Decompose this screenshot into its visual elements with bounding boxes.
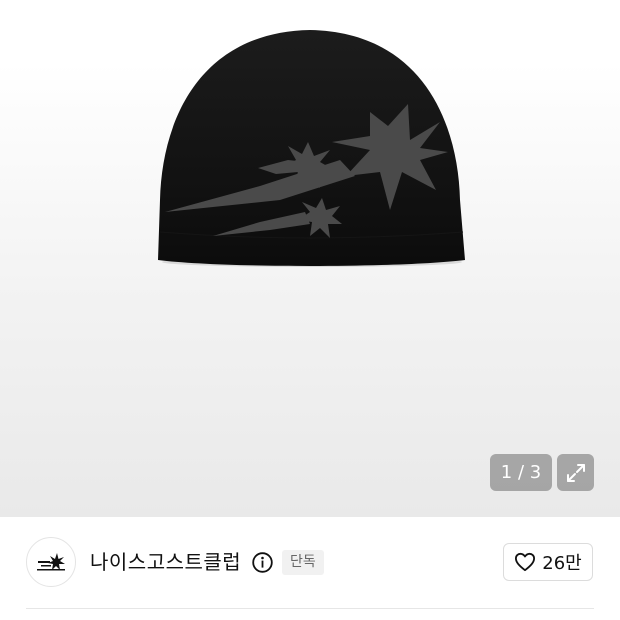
expand-image-button[interactable] bbox=[557, 454, 594, 491]
like-count: 26만 bbox=[542, 553, 582, 574]
image-counter-separator: / bbox=[512, 462, 530, 483]
exclusive-badge: 단독 bbox=[282, 550, 324, 575]
brand-logo[interactable] bbox=[26, 537, 76, 587]
divider bbox=[26, 608, 594, 609]
heart-outline-icon bbox=[515, 552, 536, 572]
brand-name[interactable]: 나이스고스트클럽 bbox=[90, 548, 241, 576]
info-circle-icon[interactable] bbox=[252, 552, 273, 573]
brand-bar: 나이스고스트클럽 단독 26만 bbox=[0, 517, 620, 610]
image-counter-total: 3 bbox=[529, 462, 542, 483]
like-button[interactable]: 26만 bbox=[503, 543, 593, 581]
product-image[interactable] bbox=[0, 0, 620, 517]
product-image-gallery[interactable]: 1 / 3 bbox=[0, 0, 620, 517]
image-counter: 1 / 3 bbox=[490, 454, 552, 491]
expand-icon bbox=[566, 463, 585, 482]
star-burst-logo-icon bbox=[37, 553, 65, 571]
image-counter-current: 1 bbox=[500, 462, 513, 483]
